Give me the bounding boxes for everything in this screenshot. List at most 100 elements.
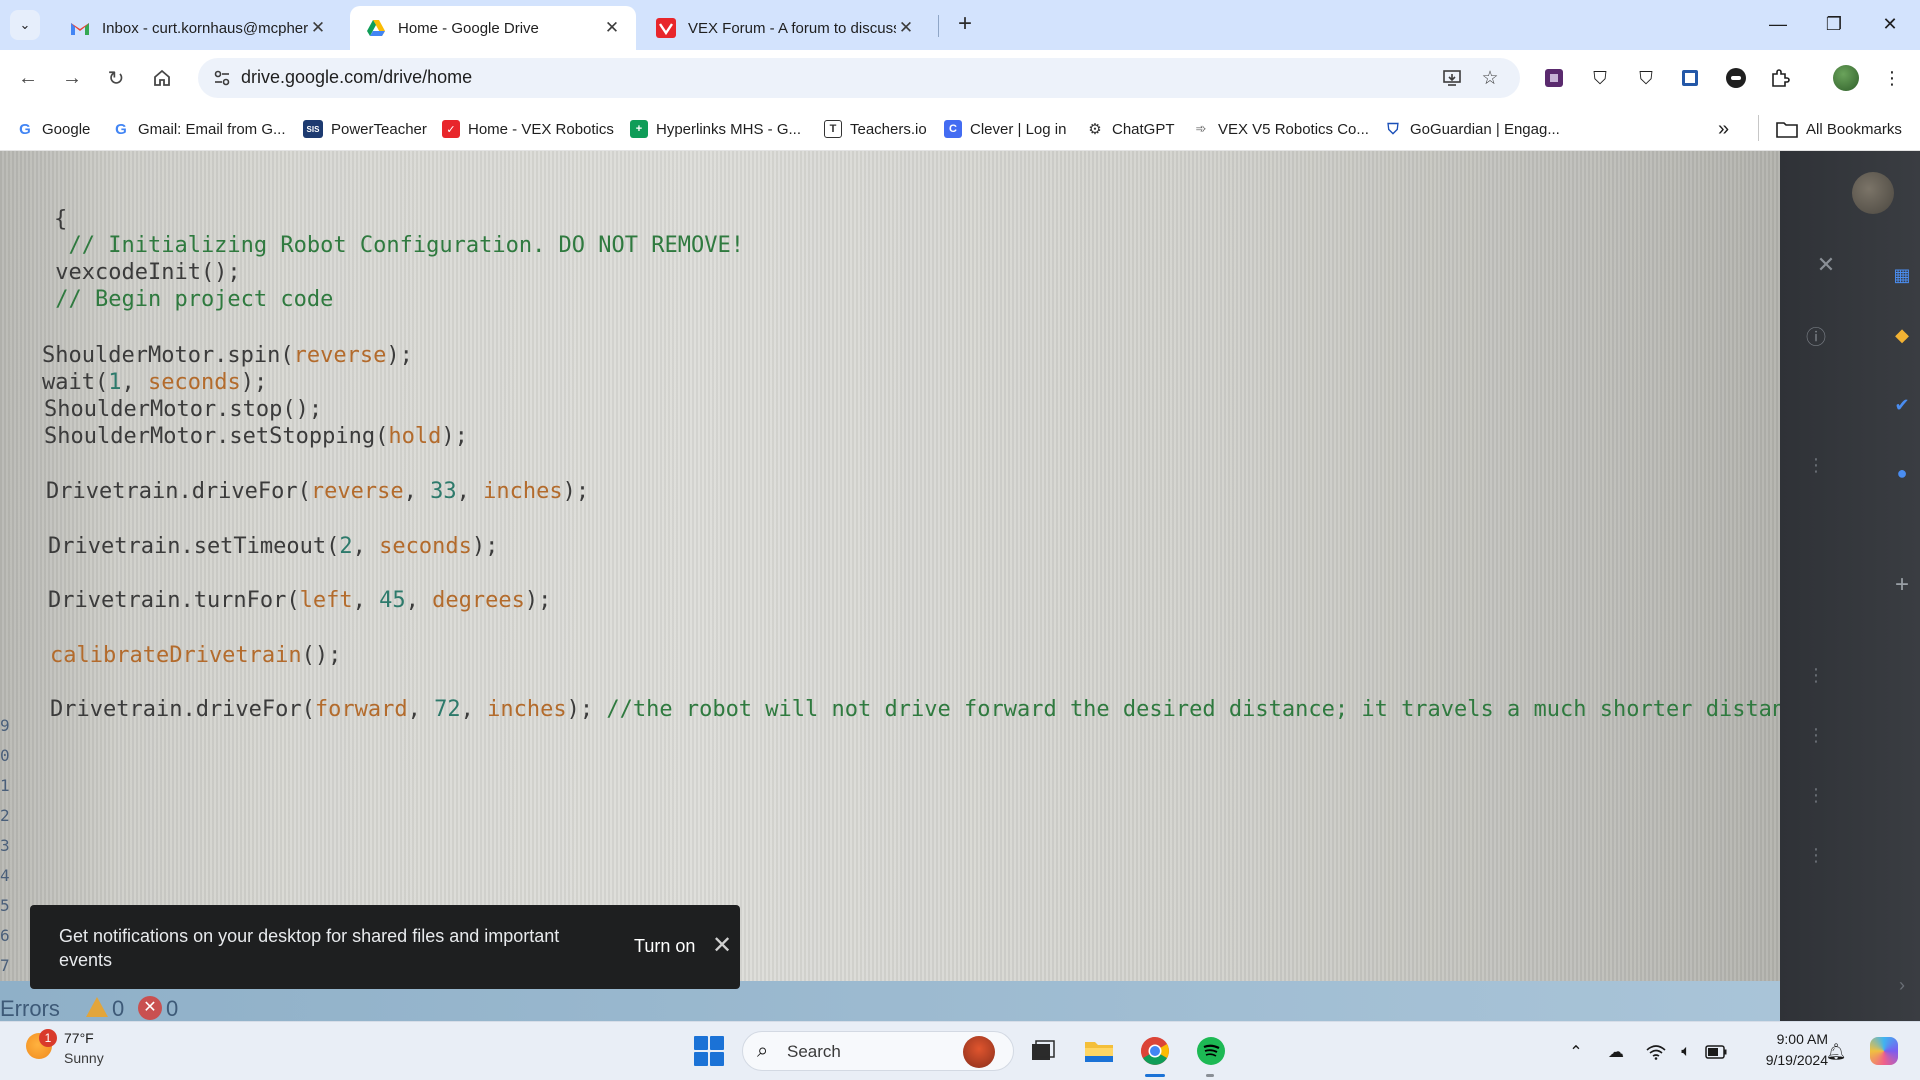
vex-icon: ✓ xyxy=(442,120,460,138)
tasks-icon[interactable]: ✔ xyxy=(1888,391,1916,419)
code-token: seconds xyxy=(379,534,472,559)
weather-condition: Sunny xyxy=(64,1050,104,1066)
onedrive-button[interactable]: ☁ xyxy=(1604,1040,1628,1064)
restore-button[interactable]: ❐ xyxy=(1806,0,1862,48)
tab-gmail-inbox[interactable]: Inbox - curt.kornhaus@mcpher... ✕ xyxy=(54,6,342,50)
profile-button[interactable] xyxy=(1830,62,1862,94)
bookmark-vex-v5[interactable]: ➾ VEX V5 Robotics Co... xyxy=(1192,115,1369,143)
site-info-button[interactable] xyxy=(206,62,238,94)
folder-icon xyxy=(1776,122,1798,138)
errors-label: Errors xyxy=(0,996,60,1021)
copilot-icon xyxy=(1870,1037,1898,1065)
address-bar[interactable]: drive.google.com/drive/home ☆ xyxy=(198,58,1520,98)
more-vertical-icon[interactable]: ⋮ xyxy=(1802,841,1830,869)
extensions-menu-button[interactable] xyxy=(1764,62,1796,94)
toast-message: Get notifications on your desktop for sh… xyxy=(59,926,560,970)
bookmark-google[interactable]: G Google xyxy=(16,115,90,143)
warning-count: 0 xyxy=(112,996,125,1021)
bookmark-chatgpt[interactable]: ⚙ ChatGPT xyxy=(1086,115,1174,143)
info-icon[interactable]: ⓘ xyxy=(1802,321,1830,349)
book-icon xyxy=(1682,70,1698,86)
bookmark-label: VEX V5 Robotics Co... xyxy=(1218,120,1369,138)
new-tab-button[interactable]: + xyxy=(950,10,980,40)
bookmark-powerteacher[interactable]: SIS PowerTeacher xyxy=(303,115,427,143)
close-window-button[interactable]: ✕ xyxy=(1862,0,1918,48)
bookmark-gmail[interactable]: G Gmail: Email from G... xyxy=(112,115,285,143)
chrome-button[interactable] xyxy=(1136,1032,1174,1070)
close-tab-icon[interactable]: ✕ xyxy=(896,18,916,38)
task-view-button[interactable] xyxy=(1024,1032,1062,1070)
gmail-icon xyxy=(70,18,90,38)
code-token: forward xyxy=(314,697,408,722)
windows-logo-icon xyxy=(694,1052,708,1066)
chevron-down-icon: ⌄ xyxy=(19,17,31,32)
code-token: ShoulderMotor.spin( xyxy=(42,343,294,368)
start-button[interactable] xyxy=(694,1036,724,1066)
add-icon[interactable]: + xyxy=(1888,571,1916,599)
network-button[interactable] xyxy=(1644,1040,1668,1064)
all-bookmarks-button[interactable]: All Bookmarks xyxy=(1776,115,1902,143)
bookmark-vex-robotics[interactable]: ✓ Home - VEX Robotics xyxy=(442,115,614,143)
tab-vex-forum[interactable]: VEX Forum - A forum to discuss... ✕ xyxy=(640,6,930,50)
close-tab-icon[interactable]: ✕ xyxy=(602,18,622,38)
home-button[interactable] xyxy=(146,62,178,94)
shield-extension-button[interactable]: ⛉ xyxy=(1584,62,1616,94)
code-token: 1 xyxy=(108,370,122,395)
more-vertical-icon[interactable]: ⋮ xyxy=(1802,781,1830,809)
chevron-right-icon[interactable]: › xyxy=(1888,971,1916,999)
tab-google-drive[interactable]: Home - Google Drive ✕ xyxy=(350,6,636,50)
volume-button[interactable]: 🔈︎ xyxy=(1674,1040,1698,1064)
gamepad-extension-button[interactable] xyxy=(1720,62,1752,94)
code-line: Drivetrain.turnFor(left, 45, degrees); xyxy=(48,588,551,613)
tab-search-button[interactable]: ⌄ xyxy=(10,10,40,40)
code-token: reverse xyxy=(293,343,387,368)
show-hidden-icons-button[interactable]: ⌃ xyxy=(1564,1040,1588,1064)
more-bookmarks-button[interactable]: » xyxy=(1718,115,1729,143)
close-icon[interactable]: ✕ xyxy=(1812,251,1840,279)
keep-icon[interactable]: ◆ xyxy=(1888,321,1916,349)
file-explorer-button[interactable] xyxy=(1080,1032,1118,1070)
copilot-button[interactable] xyxy=(1868,1035,1900,1067)
contacts-icon[interactable]: ● xyxy=(1888,459,1916,487)
bookmark-clever[interactable]: C Clever | Log in xyxy=(944,115,1066,143)
minimize-button[interactable]: — xyxy=(1750,0,1806,48)
bookmark-hyperlinks[interactable]: + Hyperlinks MHS - G... xyxy=(630,115,801,143)
reader-extension-button[interactable] xyxy=(1674,62,1706,94)
bookmark-teachers-io[interactable]: T Teachers.io xyxy=(824,115,927,143)
forward-button[interactable]: → xyxy=(56,62,88,94)
bookmark-label: Hyperlinks MHS - G... xyxy=(656,120,802,138)
more-vertical-icon[interactable]: ⋮ xyxy=(1802,721,1830,749)
line-number: 2 xyxy=(0,806,10,825)
bookmark-star-button[interactable]: ☆ xyxy=(1474,62,1506,94)
close-toast-icon[interactable]: ✕ xyxy=(712,931,732,960)
bookmark-goguardian[interactable]: ⛉ GoGuardian | Engag... xyxy=(1384,115,1559,143)
more-vertical-icon[interactable]: ⋮ xyxy=(1802,661,1830,689)
extension-button[interactable] xyxy=(1538,62,1570,94)
bookmark-label: Teachers.io xyxy=(850,120,927,138)
star-icon: ☆ xyxy=(1481,67,1499,89)
code-line: Drivetrain.setTimeout(2, seconds); xyxy=(48,534,498,559)
close-tab-icon[interactable]: ✕ xyxy=(308,18,328,38)
battery-icon xyxy=(1705,1045,1727,1059)
battery-button[interactable] xyxy=(1704,1040,1728,1064)
shield-outline-icon: ⛉ xyxy=(1639,67,1653,88)
calendar-icon[interactable]: ▦ xyxy=(1888,261,1916,289)
notifications-button[interactable]: 🔔︎ xyxy=(1824,1040,1848,1064)
spotify-button[interactable] xyxy=(1192,1032,1230,1070)
code-token: , xyxy=(121,370,148,395)
taskbar-search-box[interactable]: ⌕ Search xyxy=(742,1031,1014,1071)
weather-alert-badge: 1 xyxy=(39,1029,57,1047)
goguardian-icon: ⛉ xyxy=(1387,120,1399,138)
turn-on-button[interactable]: Turn on xyxy=(634,936,695,957)
install-app-button[interactable] xyxy=(1436,62,1468,94)
more-vertical-icon[interactable]: ⋮ xyxy=(1802,451,1830,479)
clock-time: 9:00 AM xyxy=(1776,1031,1828,1047)
reload-button[interactable]: ↻ xyxy=(100,62,132,94)
avatar[interactable] xyxy=(1852,172,1894,214)
code-token: degrees xyxy=(432,588,525,613)
code-token: left xyxy=(299,588,353,613)
code-token: , xyxy=(352,534,380,559)
browser-menu-button[interactable]: ⋮ xyxy=(1876,62,1908,94)
shield-extension-button-2[interactable]: ⛉ xyxy=(1630,62,1662,94)
back-button[interactable]: ← xyxy=(12,62,44,94)
